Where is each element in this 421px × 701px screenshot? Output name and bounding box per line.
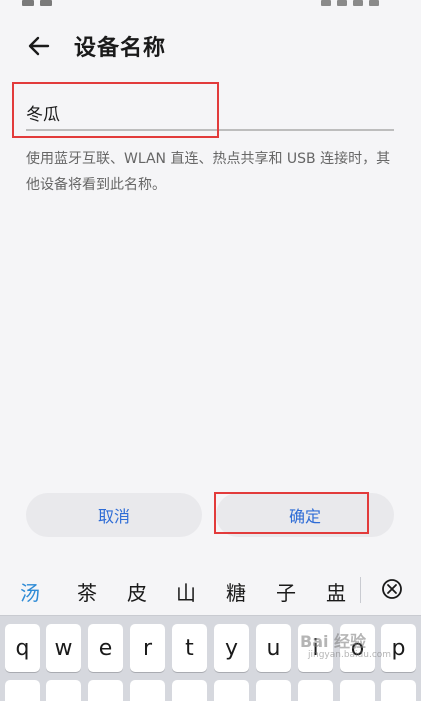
key[interactable]: t bbox=[172, 624, 207, 672]
back-arrow-icon[interactable] bbox=[26, 33, 52, 59]
header: 设备名称 bbox=[0, 20, 421, 70]
key[interactable]: q bbox=[5, 624, 40, 672]
key[interactable] bbox=[5, 680, 40, 701]
candidate-item[interactable]: 子 bbox=[276, 577, 296, 606]
key[interactable] bbox=[46, 680, 81, 701]
key[interactable] bbox=[172, 680, 207, 701]
key[interactable]: u bbox=[256, 624, 291, 672]
key-row-second-partial bbox=[0, 680, 421, 701]
candidate-item[interactable]: 盅 bbox=[326, 577, 346, 606]
candidate-item[interactable]: 汤 bbox=[20, 577, 40, 606]
key[interactable]: w bbox=[46, 624, 81, 672]
highlight-box bbox=[214, 492, 369, 534]
clock-icon bbox=[369, 0, 379, 6]
status-icons-left bbox=[22, 0, 52, 6]
notification-icon bbox=[22, 0, 34, 6]
wifi-icon bbox=[337, 0, 347, 6]
candidate-item[interactable]: 皮 bbox=[127, 577, 147, 606]
key[interactable]: e bbox=[88, 624, 123, 672]
notification-icon bbox=[40, 0, 52, 6]
key[interactable] bbox=[381, 680, 416, 701]
key[interactable] bbox=[256, 680, 291, 701]
key[interactable] bbox=[340, 680, 375, 701]
candidate-bar: 汤 茶 皮 山 糖 子 盅 bbox=[0, 565, 421, 616]
candidate-item[interactable]: 糖 bbox=[226, 577, 246, 606]
page-title: 设备名称 bbox=[74, 36, 167, 61]
description-text: 使用蓝牙互联、WLAN 直连、热点共享和 USB 连接时，其他设备将看到此名称。 bbox=[26, 151, 391, 193]
battery-icon bbox=[353, 0, 363, 6]
candidate-item[interactable]: 茶 bbox=[77, 577, 97, 606]
key[interactable] bbox=[214, 680, 249, 701]
clear-candidates-icon[interactable] bbox=[380, 577, 404, 601]
key[interactable] bbox=[130, 680, 165, 701]
status-bar bbox=[0, 0, 421, 10]
key[interactable] bbox=[88, 680, 123, 701]
watermark: Bai 经验 bbox=[300, 632, 367, 651]
key[interactable] bbox=[298, 680, 333, 701]
divider bbox=[360, 577, 361, 603]
cancel-button[interactable]: 取消 bbox=[26, 493, 202, 537]
signal-icon bbox=[321, 0, 331, 6]
key[interactable]: r bbox=[130, 624, 165, 672]
key[interactable]: y bbox=[214, 624, 249, 672]
key[interactable]: p bbox=[381, 624, 416, 672]
highlight-box bbox=[12, 82, 219, 138]
candidate-item[interactable]: 山 bbox=[176, 577, 196, 606]
status-icons-right bbox=[321, 0, 379, 6]
watermark-url: jingyan.baidu.com bbox=[308, 650, 392, 660]
